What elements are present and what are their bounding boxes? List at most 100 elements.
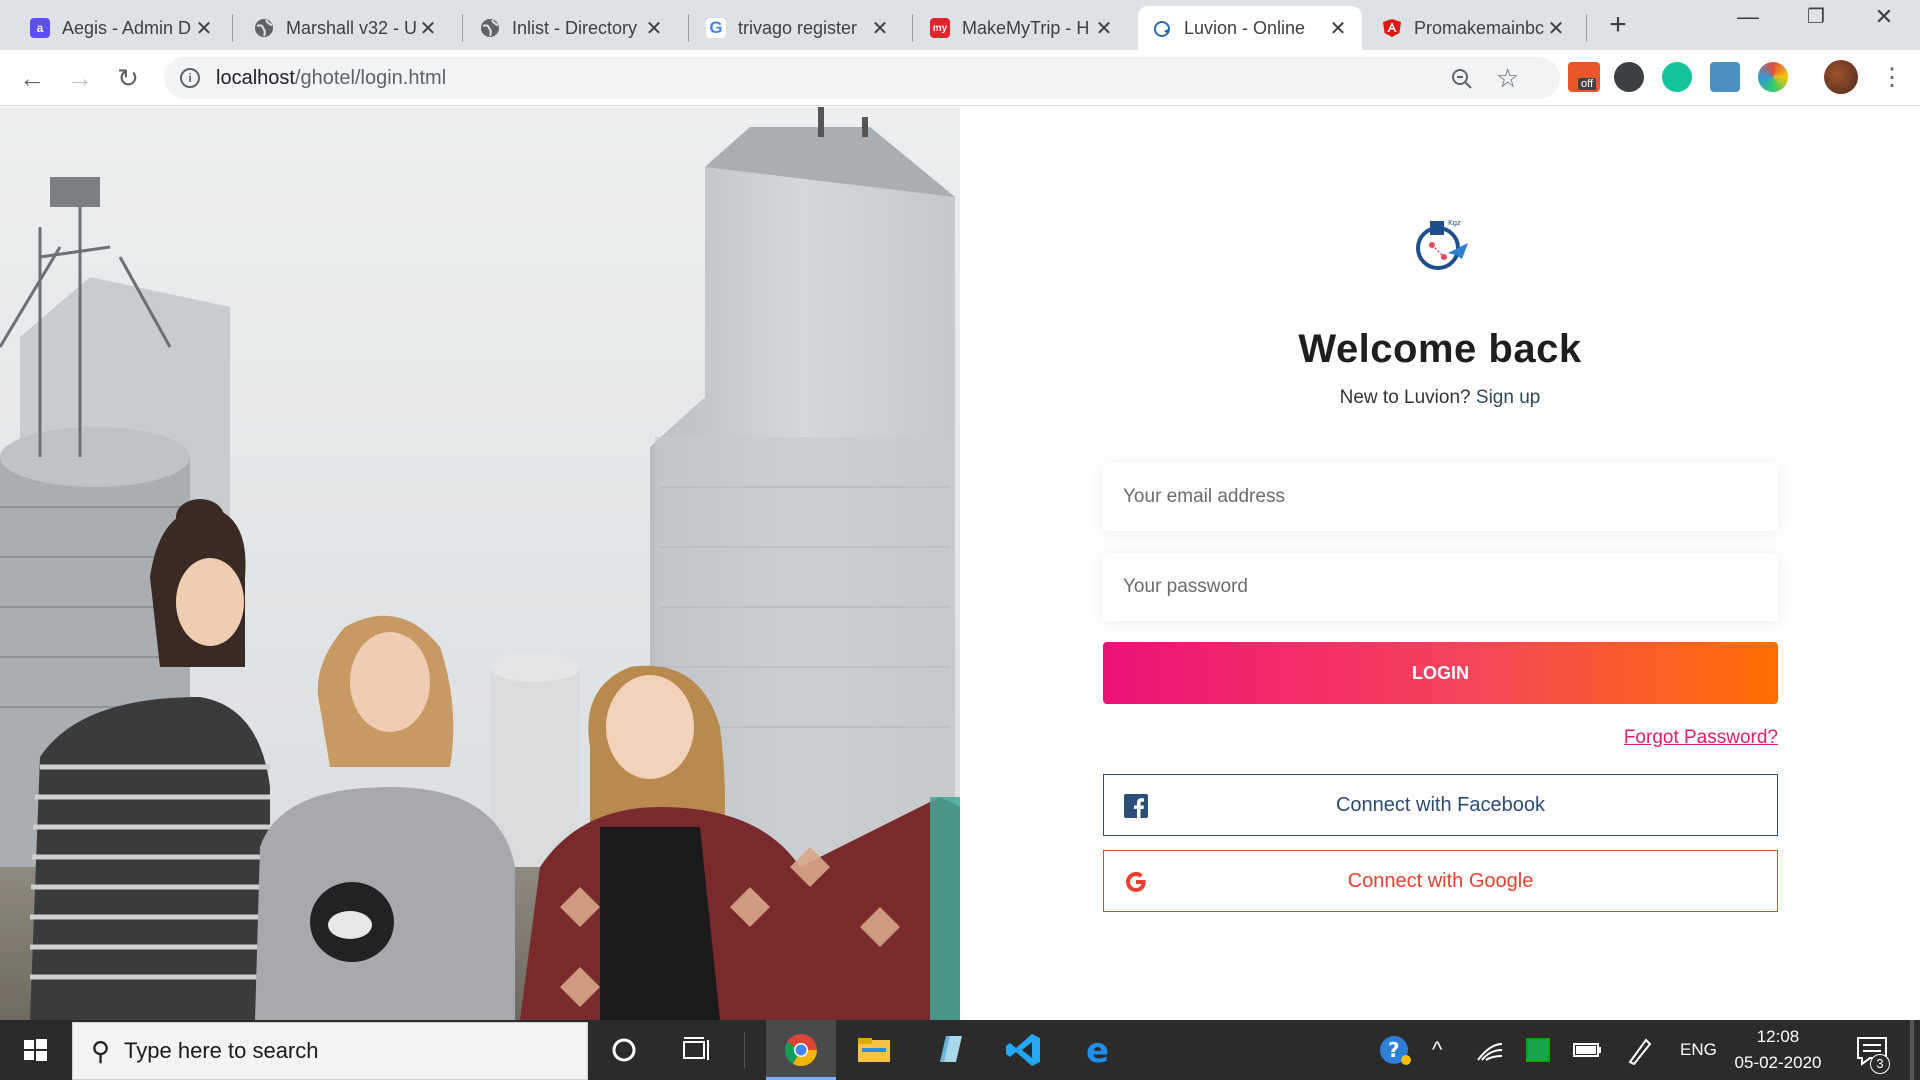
password-input[interactable]: [1123, 576, 1778, 598]
notes-app-icon[interactable]: [930, 1030, 970, 1070]
hero-photo: [0, 107, 960, 1020]
show-desktop-button[interactable]: [1910, 1020, 1914, 1080]
taskbar-chrome-active[interactable]: [766, 1020, 836, 1080]
taskbar-clock[interactable]: 12:08 05-02-2020: [1718, 1024, 1838, 1076]
close-window-icon[interactable]: ✕: [1854, 4, 1914, 30]
windows-start-icon[interactable]: [0, 1020, 70, 1080]
facebook-icon: [1124, 794, 1148, 818]
site-info-icon[interactable]: i: [180, 68, 200, 88]
url-host: localhost: [216, 66, 295, 89]
browser-tab-trivago[interactable]: G trivago register ✕: [692, 6, 904, 50]
login-button[interactable]: LOGIN: [1103, 642, 1778, 704]
tab-separator: [1586, 14, 1587, 42]
svg-text:?: ?: [1388, 1038, 1400, 1062]
tab-title: Marshall v32 - U: [286, 17, 418, 38]
show-hidden-icons-chevron-icon[interactable]: ^: [1432, 1020, 1442, 1080]
browser-toolbar: ← → ↻ i localhost/ghotel/login.html ☆ of…: [0, 50, 1920, 106]
svg-text:e: e: [1086, 1031, 1109, 1070]
browser-tab-inlist[interactable]: Inlist - Directory ✕: [466, 6, 678, 50]
extension-off-icon[interactable]: off: [1568, 62, 1600, 92]
reload-icon[interactable]: ↻: [110, 60, 146, 96]
restore-icon[interactable]: ❐: [1786, 4, 1846, 29]
google-label: Connect with Google: [1347, 869, 1534, 892]
taskbar-search-placeholder: Type here to search: [124, 1038, 319, 1063]
edge-icon[interactable]: e: [1080, 1030, 1120, 1070]
close-tab-icon[interactable]: ✕: [1328, 16, 1348, 41]
tab-title: MakeMyTrip - H: [962, 17, 1090, 38]
notification-count-badge: 3: [1870, 1054, 1890, 1074]
google-icon: G: [706, 18, 726, 38]
tab-title: Luvion - Online: [1184, 17, 1306, 38]
svg-text:Kgz: Kgz: [1448, 219, 1461, 227]
language-indicator[interactable]: ENG: [1680, 1020, 1717, 1080]
clock-date: 05-02-2020: [1734, 1053, 1822, 1072]
browser-tab-strip: a Aegis - Admin D ✕ Marshall v32 - U ✕ I…: [0, 0, 1920, 50]
connect-facebook-button[interactable]: Connect with Facebook: [1103, 774, 1778, 836]
email-input[interactable]: [1123, 486, 1778, 508]
minimize-icon[interactable]: —: [1718, 4, 1778, 30]
tab-title: Promakemainbc: [1414, 17, 1545, 38]
wifi-icon[interactable]: [1474, 1030, 1506, 1070]
cortana-icon[interactable]: [604, 1030, 644, 1070]
browser-tab-makemytrip[interactable]: my MakeMyTrip - H ✕: [916, 6, 1128, 50]
hero-photo-illustration: [0, 107, 960, 1020]
help-icon[interactable]: ?: [1376, 1030, 1416, 1070]
browser-tab-aegis[interactable]: a Aegis - Admin D ✕: [16, 6, 228, 50]
tab-separator: [688, 14, 689, 42]
close-tab-icon[interactable]: ✕: [418, 16, 438, 41]
vscode-icon[interactable]: [1004, 1030, 1044, 1070]
grammarly-icon[interactable]: [1662, 62, 1692, 92]
login-panel: Kgz Welcome back New to Luvion? Sign up …: [960, 107, 1920, 1020]
angular-icon: [1383, 19, 1401, 37]
task-view-icon[interactable]: [676, 1030, 716, 1070]
windows-taskbar: ⚲ Type here to search e ? ^ ENG 12:08 05…: [0, 1020, 1920, 1080]
file-explorer-icon[interactable]: [854, 1030, 894, 1070]
extension-icon[interactable]: [1710, 62, 1740, 92]
menu-kebab-icon[interactable]: ⋮: [1874, 60, 1910, 96]
aegis-icon: a: [30, 18, 50, 38]
url-path: /ghotel/login.html: [294, 66, 447, 89]
browser-tab-marshall[interactable]: Marshall v32 - U ✕: [240, 6, 452, 50]
signup-link[interactable]: Sign up: [1476, 387, 1540, 408]
extension-badge: off: [1578, 78, 1597, 90]
globe-icon: [481, 19, 499, 37]
address-bar[interactable]: i localhost/ghotel/login.html ☆: [164, 57, 1560, 99]
tray-app-icon[interactable]: [1526, 1038, 1550, 1062]
profile-avatar[interactable]: [1824, 60, 1858, 94]
tab-separator: [462, 14, 463, 42]
close-tab-icon[interactable]: ✕: [644, 16, 664, 41]
extension-globe-icon[interactable]: [1758, 62, 1788, 92]
back-arrow-icon[interactable]: ←: [14, 60, 50, 96]
taskbar-search-box[interactable]: ⚲ Type here to search: [72, 1022, 588, 1080]
clock-time: 12:08: [1756, 1027, 1800, 1046]
battery-icon[interactable]: [1570, 1030, 1604, 1070]
taskbar-divider: [744, 1032, 745, 1068]
google-icon: [1126, 872, 1146, 892]
browser-tab-promakemain[interactable]: Promakemainbc ✕: [1368, 6, 1580, 50]
tab-separator: [232, 14, 233, 42]
browser-tab-luvion[interactable]: Luvion - Online ✕: [1138, 6, 1362, 50]
zoom-icon[interactable]: [1450, 67, 1474, 91]
url-text[interactable]: localhost/ghotel/login.html: [216, 67, 446, 90]
tab-separator: [912, 14, 913, 42]
connect-google-button[interactable]: Connect with Google: [1103, 850, 1778, 912]
close-tab-icon[interactable]: ✕: [194, 16, 214, 41]
signup-prompt-text: New to Luvion?: [1339, 387, 1471, 408]
forward-arrow-icon[interactable]: →: [62, 60, 98, 96]
email-field[interactable]: [1103, 463, 1778, 531]
tab-title: Aegis - Admin D: [62, 17, 192, 38]
signup-prompt: New to Luvion? Sign up: [960, 387, 1920, 409]
luvion-logo-icon: Kgz: [1416, 219, 1468, 270]
password-field[interactable]: [1103, 553, 1778, 621]
forgot-password-link[interactable]: Forgot Password?: [1615, 727, 1778, 749]
close-tab-icon[interactable]: ✕: [870, 16, 890, 41]
pen-icon[interactable]: [1624, 1030, 1656, 1070]
dark-mode-icon[interactable]: [1614, 62, 1644, 92]
new-tab-button[interactable]: +: [1602, 8, 1634, 42]
chrome-icon: [784, 1034, 818, 1067]
close-tab-icon[interactable]: ✕: [1546, 16, 1566, 41]
bookmark-star-icon[interactable]: ☆: [1496, 63, 1519, 94]
luvion-icon: [1154, 21, 1170, 37]
page-title: Welcome back: [1298, 327, 1582, 371]
close-tab-icon[interactable]: ✕: [1094, 16, 1114, 41]
